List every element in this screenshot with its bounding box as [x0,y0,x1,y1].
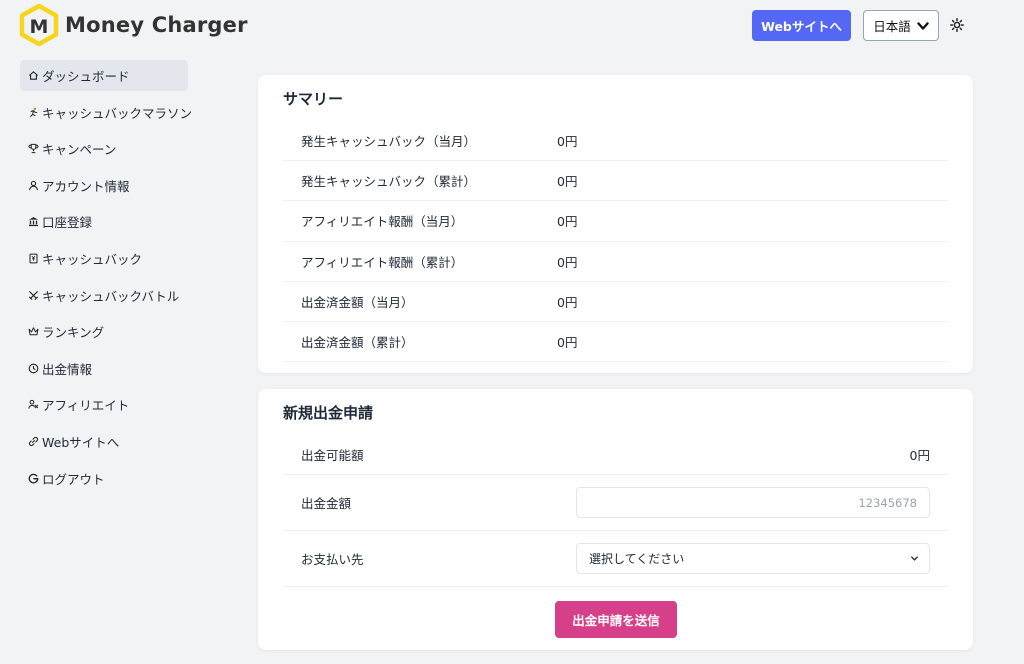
summary-row: 発生キャッシュバック（当月） 0円 [283,121,948,162]
sidebar-item-label: Webサイトへ [42,434,120,450]
sidebar-item-dashboard[interactable]: ダッシュボード [20,60,188,91]
summary-row: アフィリエイト報酬（当月） 0円 [283,201,948,242]
affiliate-icon [28,399,39,410]
withdraw-form: 出金可能額 0円 出金金額 お支払い先 選択してください [283,435,948,587]
summary-row-value: 0円 [557,214,578,230]
sidebar-item-campaign[interactable]: キャンペーン [20,133,188,164]
sidebar-item-affiliate[interactable]: アフィリエイト [20,389,188,420]
sidebar-item-cashback[interactable]: キャッシュバック [20,243,188,274]
summary-row-value: 0円 [557,335,578,351]
runner-icon [28,107,39,118]
language-label: 日本語 [873,19,911,34]
sidebar-item-label: 出金情報 [42,361,93,377]
sidebar-item-cashback-marathon[interactable]: キャッシュバックマラソン [20,97,192,128]
sidebar-item-ranking[interactable]: ランキング [20,316,188,347]
cashback-icon [28,253,39,264]
withdraw-card: 新規出金申請 出金可能額 0円 出金金額 お支払い先 選択してください 出金申請… [258,389,973,650]
clock-icon [28,363,39,374]
sidebar-item-label: ダッシュボード [42,69,130,84]
sun-icon[interactable] [950,18,964,32]
summary-row-value: 0円 [557,254,578,270]
sidebar-item-website[interactable]: Webサイトへ [20,426,188,457]
summary-row-label: アフィリエイト報酬（当月） [301,214,464,230]
sidebar-item-label: アカウント情報 [42,178,130,194]
logo[interactable]: M Money Charger [19,3,248,47]
website-button[interactable]: Webサイトへ [752,10,851,41]
summary-row-label: 発生キャッシュバック（当月） [301,134,477,150]
sidebar-item-label: キャッシュバックバトル [42,288,180,304]
battle-icon [28,290,39,301]
withdraw-amount-label: 出金金額 [301,496,352,511]
withdraw-amount-input[interactable] [576,487,930,518]
logo-letter: M [30,16,49,38]
summary-row-value: 0円 [557,174,578,190]
summary-row-label: 出金済金額（累計） [301,335,414,351]
summary-row: 出金済金額（当月） 0円 [283,282,948,322]
summary-row-label: 出金済金額（当月） [301,294,414,310]
payee-row: お支払い先 選択してください [283,531,948,587]
summary-row: アフィリエイト報酬（累計） 0円 [283,242,948,282]
sidebar-item-withdraw-info[interactable]: 出金情報 [20,353,188,384]
summary-row: 発生キャッシュバック（累計） 0円 [283,161,948,202]
sidebar-item-account[interactable]: アカウント情報 [20,170,188,201]
sidebar-item-label: キャッシュバックマラソン [42,105,193,121]
sidebar-item-label: アフィリエイト [42,398,130,414]
user-icon [28,180,39,191]
summary-row-value: 0円 [557,294,578,310]
available-amount-value: 0円 [909,448,930,463]
payee-label: お支払い先 [301,552,364,567]
chevron-down-icon [917,21,929,30]
summary-row-label: 発生キャッシュバック（累計） [301,174,477,190]
sidebar-item-label: ログアウト [42,471,105,487]
link-icon [28,436,39,447]
summary-title: サマリー [283,90,344,108]
payee-select-value: 選択してください [589,552,685,566]
available-amount-label: 出金可能額 [301,448,364,463]
withdraw-amount-row: 出金金額 [283,475,948,531]
summary-row-label: アフィリエイト報酬（累計） [301,254,464,270]
available-amount-row: 出金可能額 0円 [283,435,948,475]
home-icon [28,70,39,81]
bank-icon [28,216,39,227]
chevron-down-icon [911,556,918,561]
trophy-icon [28,143,39,154]
crown-icon [28,326,39,337]
sidebar-item-logout[interactable]: ログアウト [20,463,188,494]
sidebar-nav: ダッシュボード キャッシュバックマラソン キャンペーン アカウント情報 口座登録… [20,60,192,499]
sidebar-item-bank[interactable]: 口座登録 [20,206,188,237]
withdraw-title: 新規出金申請 [283,404,374,422]
sidebar-item-label: 口座登録 [42,215,93,231]
logout-icon [28,473,39,484]
summary-row-value: 0円 [557,134,578,150]
logo-hexagon-icon: M [19,3,59,47]
submit-withdraw-button[interactable]: 出金申請を送信 [555,601,677,638]
language-select[interactable]: 日本語 [863,10,939,41]
logo-text: Money Charger [65,13,248,37]
sidebar-item-label: ランキング [42,325,105,341]
summary-row: 出金済金額（累計） 0円 [283,322,948,363]
summary-table: 発生キャッシュバック（当月） 0円 発生キャッシュバック（累計） 0円 アフィリ… [283,121,948,363]
sidebar-item-label: キャンペーン [42,142,117,158]
sidebar-item-label: キャッシュバック [42,251,143,267]
summary-card: サマリー 発生キャッシュバック（当月） 0円 発生キャッシュバック（累計） 0円… [258,75,973,373]
payee-select[interactable]: 選択してください [576,543,930,574]
sidebar-item-cashback-battle[interactable]: キャッシュバックバトル [20,280,188,311]
